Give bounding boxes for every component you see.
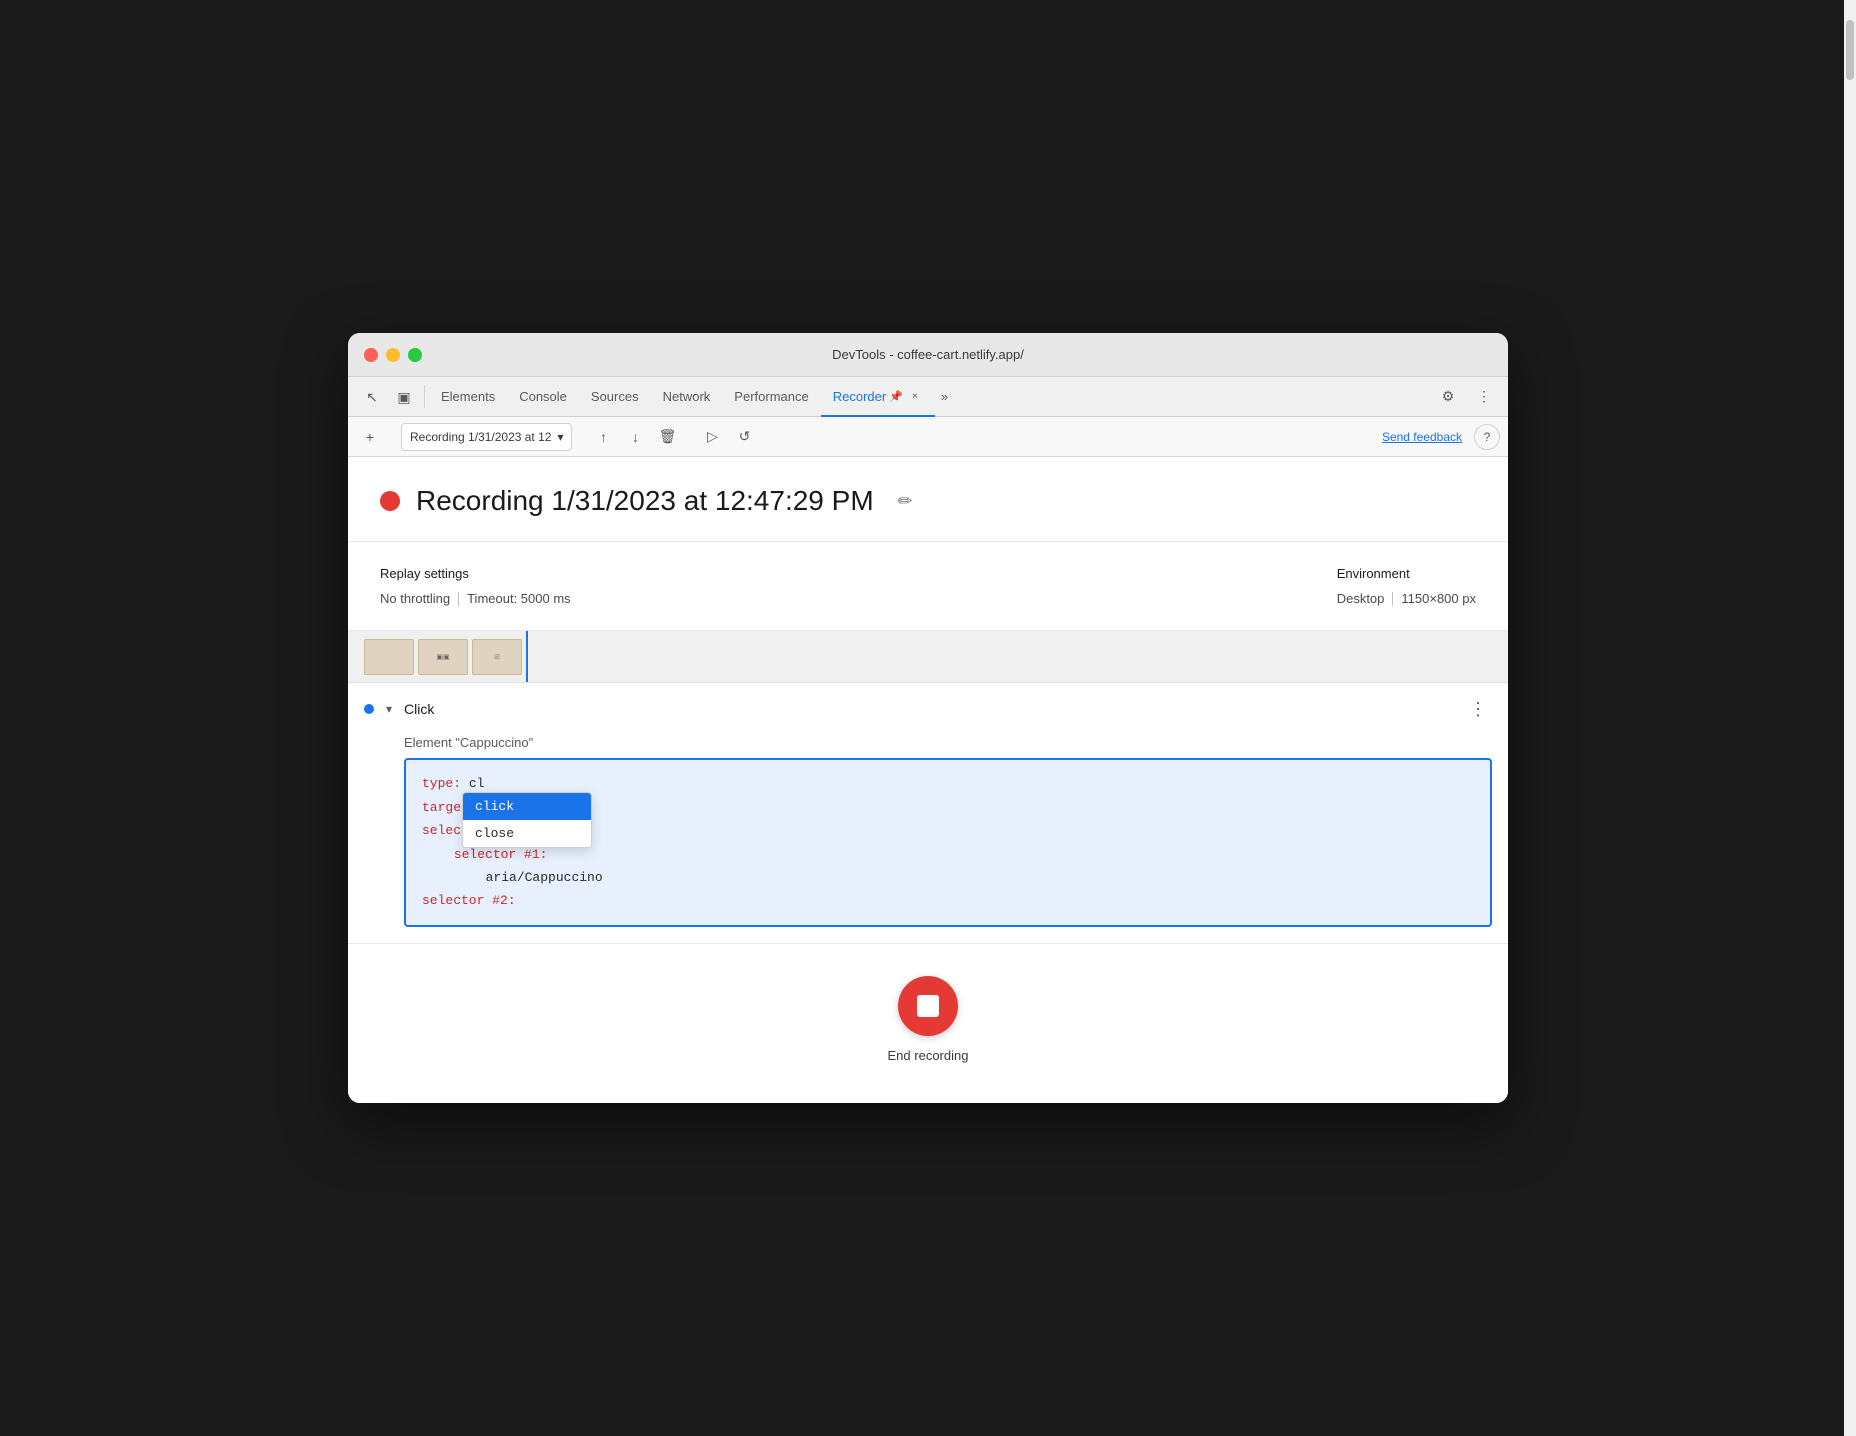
add-recording-btn[interactable]: + [356,423,384,451]
tab-pin-icon: 📌 [889,390,903,403]
code-line-selector1-value: aria/Cappuccino [422,866,1474,889]
env-settings-divider [1392,592,1393,606]
autocomplete-item-close[interactable]: close [463,820,591,847]
environment-values: Desktop 1150×800 px [1337,591,1476,606]
replay-settings-left: Replay settings No throttling Timeout: 5… [380,566,571,606]
step-more-btn[interactable]: ⋮ [1464,695,1492,723]
recording-header: Recording 1/31/2023 at 12:47:29 PM ✏ [348,457,1508,542]
code-selector2-label: selector #2: [422,893,516,908]
replay-settings-label: Replay settings [380,566,571,581]
step-click-header[interactable]: ▾ Click ⋮ [348,683,1508,735]
replay-settings-right: Environment Desktop 1150×800 px [1337,566,1476,606]
timeline-thumb-1 [364,639,414,675]
title-bar: DevTools - coffee-cart.netlify.app/ [348,333,1508,377]
device-icon: ▣ [397,389,410,406]
step-name: Click [404,701,434,717]
tab-divider-1 [424,385,425,408]
download-icon: ↓ [632,429,639,445]
device-toolbar-btn[interactable]: ▣ [388,377,420,417]
timeline-strip: ▣▣ ⊞ [348,631,1508,683]
step-expand-icon: ▾ [386,702,392,716]
tab-performance[interactable]: Performance [722,377,820,417]
traffic-lights [364,348,422,362]
code-selector1-label: selector #1: [454,847,548,862]
cursor-icon: ↖ [366,389,378,406]
export-btn[interactable]: ↑ [589,423,617,451]
step-click: ▾ Click ⋮ Element "Cappuccino" type: cl … [348,683,1508,926]
tab-close-icon[interactable]: × [907,388,923,404]
steps-wrapper: ▣▣ ⊞ ▾ Click ⋮ Element "Cappuccino" [348,631,1508,926]
step-dot [364,704,374,714]
close-button[interactable] [364,348,378,362]
stop-square-icon [917,995,939,1017]
timeline-thumb-2: ▣▣ [418,639,468,675]
help-btn[interactable]: ? [1474,424,1500,450]
throttling-value: No throttling [380,591,450,606]
tabs-spacer [954,377,1432,416]
code-type-value: cl [469,776,485,791]
devtools-window: DevTools - coffee-cart.netlify.app/ ↖ ▣ … [348,333,1508,1102]
recording-selector[interactable]: Recording 1/31/2023 at 12 ▾ [401,423,572,451]
viewport-value: Desktop [1337,591,1385,606]
code-type-key: type: [422,776,461,791]
step-element: Element "Cappuccino" [348,735,1508,758]
cursor-icon-btn[interactable]: ↖ [356,377,388,417]
minimize-button[interactable] [386,348,400,362]
delete-icon: 🗑 [659,428,677,445]
replay-btn[interactable]: ▷ [698,423,726,451]
code-editor[interactable]: type: cl target select selector #1: [404,758,1492,926]
send-feedback-link[interactable]: Send feedback [1374,430,1470,444]
maximize-button[interactable] [408,348,422,362]
settings-icons: ⚙ ⋮ [1432,377,1500,416]
dimensions-value: 1150×800 px [1401,591,1476,606]
gear-icon: ⚙ [1442,388,1455,405]
question-mark-icon: ? [1484,430,1491,444]
replay-settings-btn[interactable]: ↺ [730,423,758,451]
chevron-down-icon: ▾ [557,430,563,444]
tab-elements[interactable]: Elements [429,377,507,417]
devtools-tab-bar: ↖ ▣ Elements Console Sources Network Per… [348,377,1508,417]
import-btn[interactable]: ↓ [621,423,649,451]
tab-console[interactable]: Console [507,377,579,417]
more-options-btn[interactable]: ⋮ [1468,377,1500,417]
settings-divider [458,592,459,606]
upload-icon: ↑ [600,429,607,445]
replay-settings-row: Replay settings No throttling Timeout: 5… [348,542,1508,631]
settings-btn[interactable]: ⚙ [1432,377,1464,417]
more-tabs-btn[interactable]: » [935,377,954,416]
timeout-value: Timeout: 5000 ms [467,591,571,606]
timeline-thumb-3: ⊞ [472,639,522,675]
autocomplete-item-click[interactable]: click [463,793,591,820]
end-recording-area: End recording [348,943,1508,1103]
timeline-line [526,631,528,683]
main-content: Recording 1/31/2023 at 12:47:29 PM ✏ Rep… [348,457,1508,1102]
recorder-toolbar: + Recording 1/31/2023 at 12 ▾ ↑ ↓ 🗑 ▷ ↺ … [348,417,1508,457]
tab-network[interactable]: Network [651,377,723,417]
code-selector1-value: aria/Cappuccino [486,870,603,885]
recording-title: Recording 1/31/2023 at 12:47:29 PM [416,485,874,517]
end-recording-label: End recording [888,1048,969,1063]
replay-settings-values: No throttling Timeout: 5000 ms [380,591,571,606]
end-recording-btn[interactable] [898,976,958,1036]
code-line-selector2: selector #2: [422,889,1474,912]
environment-label: Environment [1337,566,1476,581]
tab-recorder[interactable]: Recorder 📌 × [821,377,935,417]
more-vertical-icon: ⋮ [1477,388,1491,405]
window-title: DevTools - coffee-cart.netlify.app/ [832,347,1024,362]
tab-sources[interactable]: Sources [579,377,651,417]
autocomplete-dropdown: click close [462,792,592,848]
delete-btn[interactable]: 🗑 [653,423,681,451]
replay-icon: ▷ [707,428,718,445]
plus-icon: + [366,429,374,445]
recording-dot-indicator [380,491,400,511]
rewind-icon: ↺ [739,428,751,445]
edit-title-icon[interactable]: ✏ [898,491,913,512]
